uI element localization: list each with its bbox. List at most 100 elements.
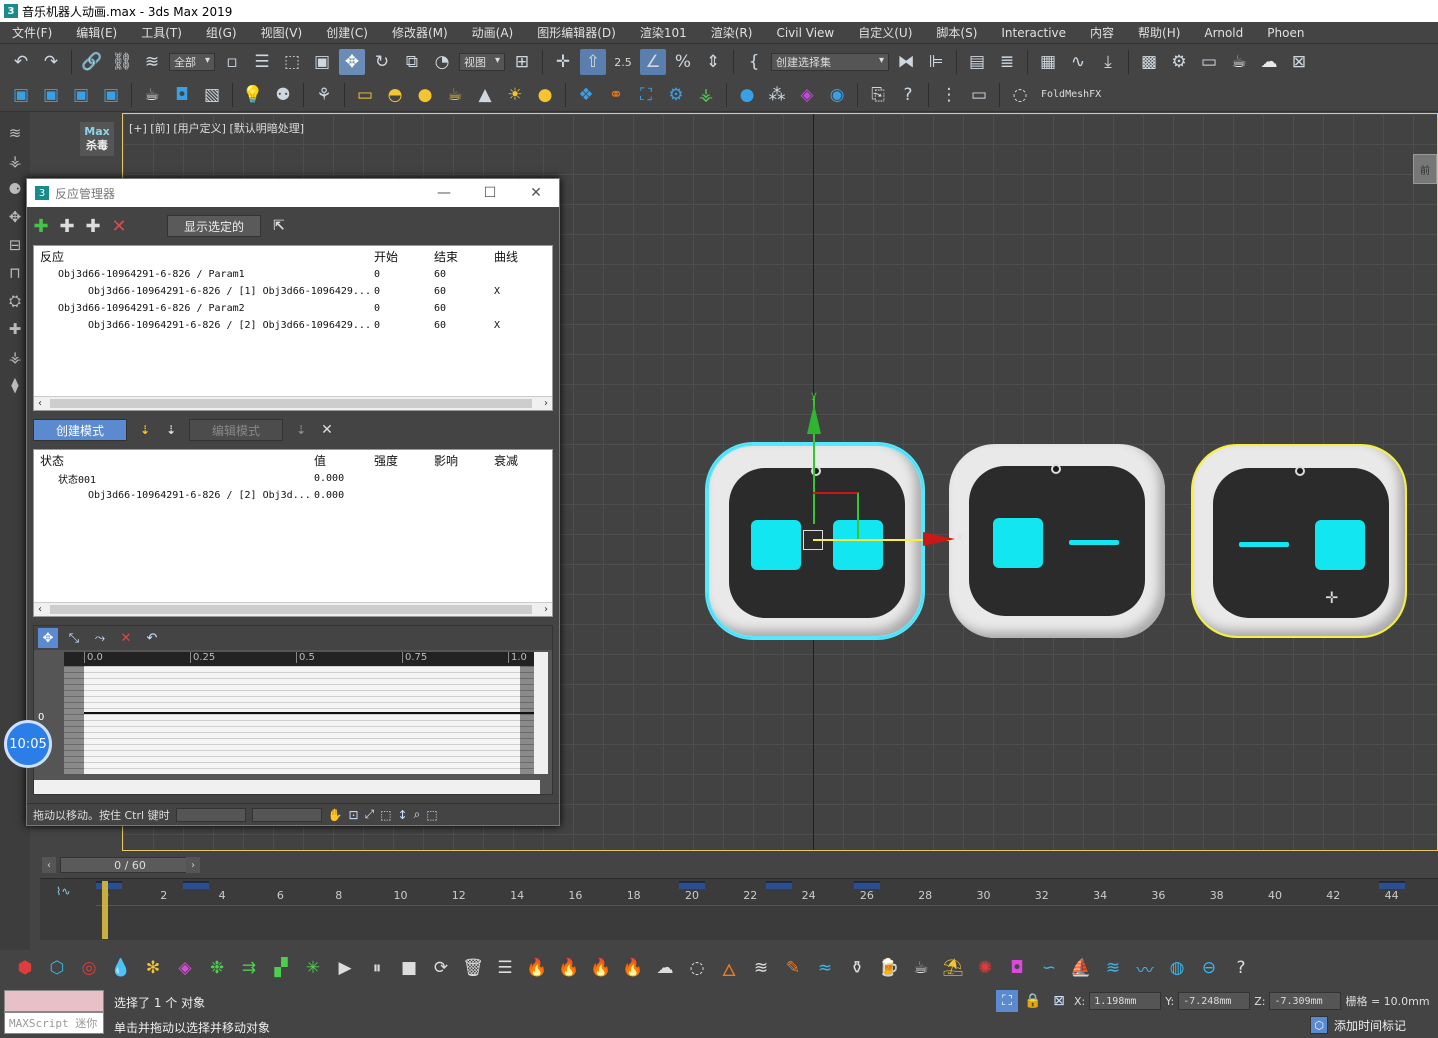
menu-item[interactable]: 自定义(U) (846, 24, 924, 41)
bind-spacewarp-icon[interactable]: ≋ (139, 49, 165, 75)
menu-item[interactable]: 渲染101 (628, 24, 699, 41)
undo-icon[interactable]: ↶ (8, 49, 34, 75)
frame-ruler[interactable]: 0246810121416182022242628303234363840424… (96, 879, 1438, 905)
light-bulb-icon[interactable]: 💡 (240, 82, 266, 108)
col-start[interactable]: 开始 (374, 248, 434, 265)
z-coord-field[interactable]: -7.309mm (1269, 992, 1342, 1010)
track-bar[interactable]: ⌇∿ 0246810121416182022242628303234363840… (40, 878, 1438, 940)
menu-item[interactable]: 帮助(H) (1126, 24, 1192, 41)
tb-icon-9[interactable]: ⚶ (4, 346, 26, 368)
reactions-hscroll[interactable]: ‹ › (34, 396, 552, 410)
keyframe-marker[interactable] (853, 881, 880, 889)
cone-icon[interactable]: ▲ (472, 82, 498, 108)
viewport-label[interactable]: [+] [前] [用户定义] [默认明暗处理] (129, 120, 304, 136)
plane-icon[interactable]: ▭ (352, 82, 378, 108)
tb2-icon-2[interactable]: ▣ (38, 82, 64, 108)
tb2-icon-1[interactable]: ▣ (8, 82, 34, 108)
disc-icon[interactable]: ● (532, 82, 558, 108)
zoom-extents-icon[interactable]: ⊡ (349, 808, 359, 822)
menu-item[interactable]: 动画(A) (460, 24, 526, 41)
lock-selection-icon[interactable]: 🔒 (1022, 990, 1044, 1012)
hierarchy-panel-icon[interactable]: ⚈ (4, 178, 26, 200)
wave-icon-3[interactable]: 〰 (1132, 955, 1158, 981)
col-curve[interactable]: 曲线 (494, 248, 544, 265)
reaction-row[interactable]: Obj3d66-10964291-6-826 / [2] Obj3d66-109… (34, 317, 552, 334)
x-coord-field[interactable]: 1.198mm (1089, 992, 1162, 1010)
select-by-name-icon[interactable]: ☰ (249, 49, 275, 75)
render-cloud-icon[interactable]: ☁ (1256, 49, 1282, 75)
menu-item[interactable]: 工具(T) (129, 24, 194, 41)
move-gizmo-x-arrow[interactable] (923, 532, 955, 546)
drop-icon[interactable]: 💧 (108, 955, 134, 981)
water-icon-1[interactable]: ≈ (812, 955, 838, 981)
col-strength[interactable]: 强度 (374, 452, 434, 469)
selection-filter-dropdown[interactable]: 全部 (169, 53, 215, 71)
playhead[interactable] (102, 881, 108, 939)
wave-icon-1[interactable]: ∽ (1036, 955, 1062, 981)
trash-icon[interactable]: 🗑 (460, 955, 486, 981)
swirl-icon[interactable]: ◌ (684, 955, 710, 981)
fire-icon-1[interactable]: 🔥 (524, 955, 550, 981)
toggle-ribbon-icon[interactable]: ▦ (1035, 49, 1061, 75)
col-state[interactable]: 状态 (34, 452, 314, 469)
reaction-row[interactable]: Obj3d66-10964291-6-826 / Param1 0 60 (34, 266, 552, 283)
status-field-1[interactable] (175, 807, 246, 822)
tb2-icon-25[interactable]: ◈ (794, 82, 820, 108)
pan-icon[interactable]: ✋ (328, 808, 343, 822)
gear-icon[interactable]: ⚙ (663, 82, 689, 108)
globe-water-icon[interactable]: ◍ (1164, 955, 1190, 981)
keyframe-marker[interactable] (1378, 881, 1405, 889)
material-editor-icon[interactable]: ▩ (1136, 49, 1162, 75)
tb-icon-8[interactable]: ✚ (4, 318, 26, 340)
select-object-icon[interactable]: ▫ (219, 49, 245, 75)
curve-hscroll[interactable] (34, 780, 540, 794)
zoom-icon[interactable]: ⌕ (414, 807, 421, 822)
tb2-icon-20[interactable]: ⛶ (633, 82, 659, 108)
wave-icon-2[interactable]: ≋ (1100, 955, 1126, 981)
sail-icon[interactable]: ⛵ (1068, 955, 1094, 981)
angle-snap-icon[interactable]: ∠ (640, 49, 666, 75)
keyframe-marker[interactable] (679, 881, 705, 889)
create-panel-icon[interactable]: ≋ (4, 122, 26, 144)
pick-cursor-icon[interactable]: ⇱ (271, 218, 287, 234)
minimize-icon[interactable]: — (421, 185, 467, 201)
tb2-icon-7[interactable]: ▧ (199, 82, 225, 108)
render-setup-icon[interactable]: ⚙ (1166, 49, 1192, 75)
tb2-icon-3[interactable]: ▣ (68, 82, 94, 108)
menu-item[interactable]: 编辑(E) (64, 24, 129, 41)
fire-icon-2[interactable]: 🔥 (556, 955, 582, 981)
cup-icon[interactable]: ☕ (908, 955, 934, 981)
schematic-icon[interactable]: ⤓ (1095, 49, 1121, 75)
play-icon[interactable]: ▶ (332, 955, 358, 981)
menu-item[interactable]: 组(G) (194, 24, 249, 41)
select-scale-icon[interactable]: ⧉ (399, 49, 425, 75)
align-icon[interactable]: ⊫ (923, 49, 949, 75)
select-move-icon[interactable]: ✥ (339, 49, 365, 75)
maxscript-mini-input[interactable]: MAXScript 迷你 (4, 1012, 104, 1034)
arrows-icon[interactable]: ⇉ (236, 955, 262, 981)
tb-icon-7[interactable]: ⛭ (4, 290, 26, 312)
add-selected-icon[interactable]: ✚ (59, 216, 75, 237)
foldmeshfx-label[interactable]: FoldMeshFX (1037, 89, 1105, 100)
floating-clock-widget[interactable]: 10:05 (4, 720, 52, 768)
menu-item[interactable]: 渲染(R) (699, 24, 765, 41)
ref-coord-dropdown[interactable]: 视图 (459, 53, 505, 71)
robot-face-wink-left[interactable] (1191, 444, 1407, 638)
next-frame-icon[interactable]: › (186, 857, 200, 873)
tb-icon-10[interactable]: ⧫ (4, 374, 26, 396)
time-slider[interactable]: 0 / 60 (60, 857, 200, 873)
list-icon[interactable]: ☰ (492, 955, 518, 981)
absolute-mode-icon[interactable]: ⊠ (1048, 990, 1070, 1012)
render-iterative-icon[interactable]: ⊠ (1286, 49, 1312, 75)
delete-state-icon[interactable]: ✕ (319, 422, 335, 438)
modify-panel-icon[interactable]: ⚶ (4, 150, 26, 172)
status-field-2[interactable] (251, 807, 322, 822)
maxscript-listener-output[interactable] (4, 990, 104, 1012)
color-balls-icon[interactable]: ⁂ (764, 82, 790, 108)
region-zoom-icon[interactable]: ⬚ (426, 808, 437, 822)
add-slave-icon[interactable]: ✚ (85, 216, 101, 237)
tb2-icon-4[interactable]: ▣ (98, 82, 124, 108)
teapot-icon[interactable]: ☕ (139, 82, 165, 108)
tb2-icon-9[interactable]: ⚉ (270, 82, 296, 108)
menu-item[interactable]: 内容 (1078, 24, 1126, 41)
